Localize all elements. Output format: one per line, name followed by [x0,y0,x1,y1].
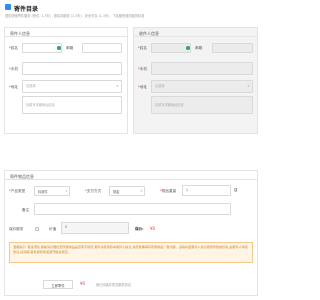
sender-region-select[interactable]: 请选择 ▾ [22,80,122,93]
chevron-down-icon: ▾ [116,84,118,88]
package-panel-title: 寄件物品信息 [5,171,257,180]
contact-book-icon[interactable] [186,46,190,50]
insure-label: 保价服务 [9,227,24,231]
sender-mobile-input[interactable] [22,62,122,75]
chevron-down-icon: ▾ [65,189,67,193]
remark-input[interactable] [34,203,231,215]
chevron-down-icon: ▾ [247,84,249,88]
weight-unit: g [234,187,238,193]
sender-name-label: *姓名 [9,46,18,50]
sender-detail-input[interactable]: 请填写详细地址信息 [22,96,122,114]
page-title: 寄件目录 [14,5,39,13]
receiver-email-label: 邮箱 [195,46,203,50]
page-title-icon [5,4,11,10]
pay-method-value: 现金 [113,190,120,194]
pay-method-label: *支付方式 [85,189,102,193]
sender-region-placeholder: 请选择 [26,84,36,88]
insure-fee-label: 保价: [135,227,144,231]
chevron-down-icon: ▾ [140,189,142,193]
sender-detail-placeholder: 请填写详细地址信息 [26,103,55,107]
receiver-address-label: *地址 [138,85,147,89]
product-type-select[interactable]: 标准件 ▾ [34,186,70,196]
receiver-mobile-input[interactable] [151,62,253,75]
sender-email-input[interactable] [82,43,122,53]
product-type-label: *产品类型 [9,189,26,193]
agreement-text[interactable]: 我已阅读并同意服务协议 [96,282,131,287]
weight-value: 1 [186,188,189,192]
insure-value-input[interactable]: 0 [61,222,129,234]
notice-box: 温馨提示: 寄递须知 寄前请仔细检查所寄物品是否有不规范,寄件请使用原本寄件人信… [9,242,253,263]
insure-value-label: 价值 [49,227,57,231]
sender-mobile-label: *手机 [9,67,18,71]
receiver-region-placeholder: 请选择 [155,84,165,88]
receiver-region-select[interactable]: 请选择 ▾ [151,80,253,93]
submit-button[interactable]: 立即寄件 [43,280,73,289]
receiver-name-input[interactable] [151,43,191,53]
pay-method-select[interactable]: 现金 ▾ [109,186,145,196]
contact-book-icon[interactable] [57,46,61,50]
weight-input[interactable]: 1 [182,185,231,196]
receiver-email-input[interactable] [212,43,253,53]
insure-radio[interactable] [35,227,39,231]
receiver-detail-placeholder: 请填写详细地址信息 [155,103,184,107]
submit-button-label: 立即寄件 [51,283,65,288]
page-subtitle: 提供快速寄件服务 (快件, 1-3天) , 按实际服务 (1-3天) , 安全可… [5,14,145,18]
receiver-detail-input[interactable]: 请填写详细地址信息 [151,96,253,114]
sender-name-input[interactable] [22,43,62,53]
sender-email-label: 邮箱 [66,46,74,50]
product-type-value: 标准件 [38,190,48,194]
insure-fee: ¥0 [150,226,156,231]
sender-panel-title: 寄件人信息 [5,28,127,37]
receiver-mobile-label: *手机 [138,67,147,71]
remark-label: 备注 [22,208,30,212]
notice-text: 温馨提示: 寄递须知 寄前请仔细检查所寄物品是否有不规范,寄件请使用原本寄件人信… [13,245,248,254]
receiver-name-label: *姓名 [138,46,147,50]
weight-label: *物品重量 [160,189,177,193]
sender-address-label: *地址 [9,85,18,89]
total-price: ¥0 [80,281,86,286]
insure-value: 0 [65,225,68,229]
receiver-panel-title: 收件人信息 [134,28,257,37]
